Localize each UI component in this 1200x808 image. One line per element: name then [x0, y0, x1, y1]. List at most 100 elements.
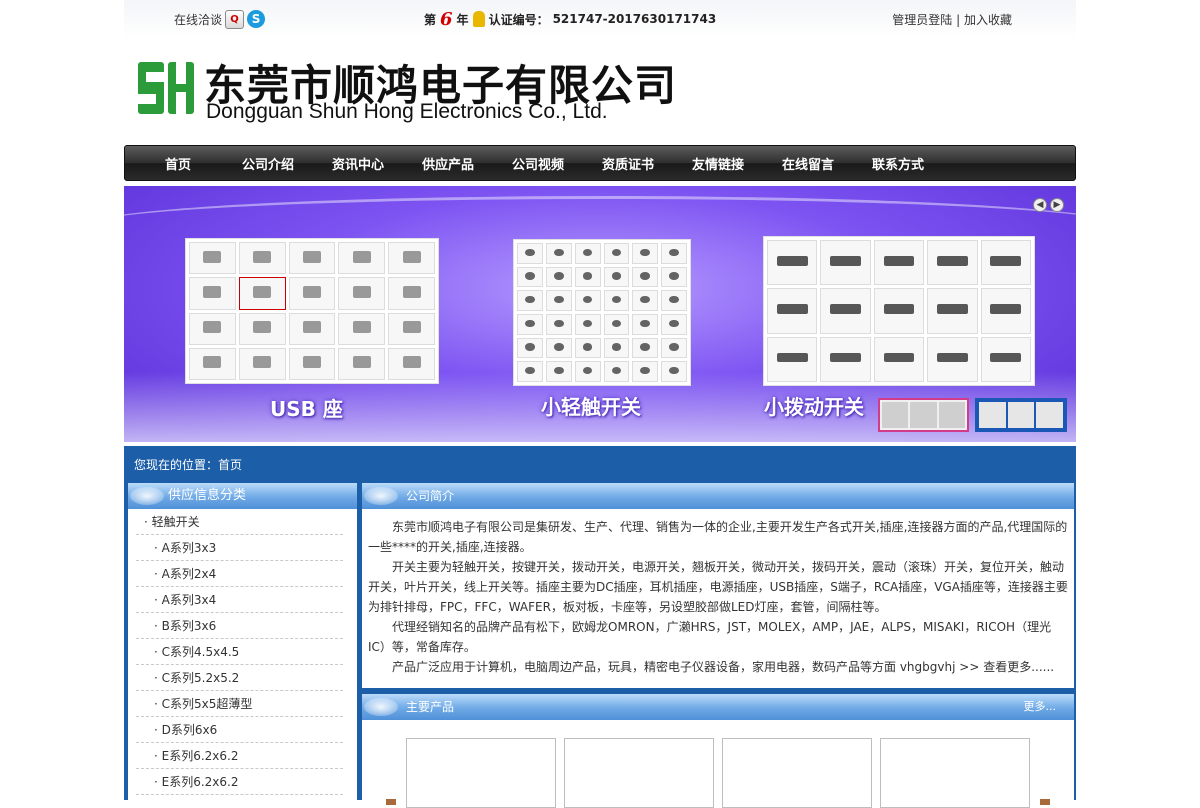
- product-thumbnail: [238, 242, 286, 275]
- intro-text: 东莞市顺鸿电子有限公司是集研发、生产、代理、销售为一体的企业,主要开发生产各式开…: [362, 509, 1074, 677]
- product-thumbnail: [574, 337, 601, 359]
- cert-label: 认证编号：: [488, 12, 549, 27]
- product-thumbnail: [632, 361, 659, 382]
- product-thumbnail: [661, 266, 687, 288]
- breadcrumb-current[interactable]: 首页: [218, 458, 242, 472]
- product-card[interactable]: [406, 738, 556, 808]
- product-thumbnail: [545, 290, 572, 311]
- product-thumbnail: [980, 336, 1031, 382]
- product-thumbnail: [517, 290, 543, 311]
- category-item[interactable]: · A系列2x4: [136, 561, 343, 587]
- admin-links: 管理员登陆 | 加入收藏: [892, 11, 1012, 28]
- banner-label-tact: 小轻触开关: [541, 395, 641, 419]
- category-item[interactable]: · A系列3x3: [136, 535, 343, 561]
- banner-slider[interactable]: USB 座 小轻触开关 小拨动开关 ◀ ▶: [124, 186, 1076, 442]
- top-bar: 在线洽谈 Q S 第 6 年 认证编号： 521747-201763017174…: [124, 0, 1076, 38]
- product-thumbnail: [632, 313, 659, 335]
- category-item[interactable]: · D系列6x6: [136, 717, 343, 743]
- products-header: 主要产品 更多...: [362, 694, 1074, 720]
- company-logo[interactable]: 东莞市顺鸿电子有限公司 Dongguan Shun Hong Electroni…: [136, 50, 696, 130]
- product-thumbnail: [661, 313, 687, 335]
- product-thumbnail: [388, 347, 435, 380]
- sidebar-header: 供应信息分类: [128, 483, 357, 509]
- slide-switch-product-image: [763, 236, 1035, 386]
- category-item[interactable]: · A系列3x4: [136, 587, 343, 613]
- product-thumbnail: [189, 277, 236, 310]
- nav-item-contact[interactable]: 联系方式: [853, 154, 943, 173]
- category-item[interactable]: · 轻触开关: [136, 509, 343, 535]
- category-item[interactable]: · B系列3x6: [136, 613, 343, 639]
- bookmark-link[interactable]: 加入收藏: [964, 13, 1012, 27]
- product-thumbnail: [388, 242, 435, 275]
- product-card[interactable]: [564, 738, 714, 808]
- sidebar-title: 供应信息分类: [168, 488, 247, 503]
- nav-item-about[interactable]: 公司介绍: [223, 154, 313, 173]
- products-more-link[interactable]: 更多...: [1024, 694, 1057, 720]
- product-thumbnail: [820, 240, 871, 286]
- swoosh-icon: [364, 487, 398, 505]
- product-thumbnail: [574, 266, 601, 288]
- product-thumbnail: [338, 277, 386, 310]
- category-sidebar: 供应信息分类 · 轻触开关 · A系列3x3 · A系列2x4 · A系列3x4…: [128, 483, 357, 803]
- banner-thumbnail-2[interactable]: [975, 398, 1067, 432]
- category-item[interactable]: · E系列6.2x6.2: [136, 743, 343, 769]
- product-thumbnail: [632, 266, 659, 288]
- intro-paragraph-1: 东莞市顺鸿电子有限公司是集研发、生产、代理、销售为一体的企业,主要开发生产各式开…: [368, 520, 1068, 554]
- admin-login-link[interactable]: 管理员登陆: [892, 13, 952, 27]
- swoosh-icon: [130, 487, 164, 505]
- product-thumbnail: [603, 266, 630, 288]
- product-card[interactable]: [880, 738, 1030, 808]
- nav-item-certificates[interactable]: 资质证书: [583, 154, 673, 173]
- next-arrow-icon[interactable]: ▶: [1050, 198, 1064, 212]
- nav-item-news[interactable]: 资讯中心: [313, 154, 403, 173]
- category-item[interactable]: · E系列6.2x6.2: [136, 769, 343, 795]
- product-thumbnail: [603, 337, 630, 359]
- product-thumbnail: [388, 277, 435, 310]
- intro-title: 公司简介: [406, 489, 455, 503]
- product-thumbnail: [288, 347, 336, 380]
- year-prefix: 第: [424, 12, 437, 27]
- product-thumbnail: [189, 312, 236, 345]
- product-thumbnail: [632, 290, 659, 311]
- qq-icon[interactable]: Q: [225, 9, 245, 29]
- product-thumbnail: [189, 242, 236, 275]
- product-thumbnail: [927, 240, 978, 286]
- product-thumbnail: [767, 336, 818, 382]
- product-thumbnail: [661, 361, 687, 382]
- online-chat: 在线洽谈 Q S: [174, 9, 266, 29]
- main-nav: 首页 公司介绍 资讯中心 供应产品 公司视频 资质证书 友情链接 在线留言 联系…: [124, 145, 1076, 181]
- nav-item-products[interactable]: 供应产品: [403, 154, 493, 173]
- product-thumbnail: [574, 361, 601, 382]
- product-thumbnail: [517, 243, 543, 264]
- category-item[interactable]: · C系列5.2x5.2: [136, 665, 343, 691]
- category-item[interactable]: · C系列5x5超薄型: [136, 691, 343, 717]
- skype-icon[interactable]: S: [247, 10, 266, 28]
- prev-arrow-icon[interactable]: ◀: [1033, 198, 1047, 212]
- category-item[interactable]: · C系列4.5x4.5: [136, 639, 343, 665]
- intro-paragraph-4: 产品广泛应用于计算机，电脑周边产品，玩具，精密电子仪器设备，家用电器，数码产品等…: [392, 660, 956, 674]
- online-chat-label: 在线洽谈: [174, 12, 223, 27]
- product-thumbnail: [517, 313, 543, 335]
- nav-item-links[interactable]: 友情链接: [673, 154, 763, 173]
- product-card[interactable]: [722, 738, 872, 808]
- product-thumbnail: [632, 243, 659, 264]
- product-thumbnail: [603, 361, 630, 382]
- thumb-cell: [910, 402, 937, 428]
- product-thumbnail: [927, 288, 978, 334]
- banner-thumbnail-1[interactable]: [878, 398, 969, 432]
- nav-item-home[interactable]: 首页: [133, 154, 223, 173]
- separator: |: [956, 13, 961, 27]
- usb-product-image: [185, 238, 439, 384]
- product-thumbnail: [980, 240, 1031, 286]
- product-thumbnail: [338, 347, 386, 380]
- product-thumbnail: [574, 243, 601, 264]
- product-thumbnail: [338, 312, 386, 345]
- nav-item-message[interactable]: 在线留言: [763, 154, 853, 173]
- breadcrumb-label: 您现在的位置：: [134, 458, 219, 472]
- intro-header: 公司简介: [362, 483, 1074, 509]
- intro-more-link[interactable]: >> 查看更多......: [959, 660, 1054, 674]
- nav-item-video[interactable]: 公司视频: [493, 154, 583, 173]
- product-thumbnail: [338, 242, 386, 275]
- thumb-cell: [979, 402, 1006, 428]
- product-thumbnail: [545, 337, 572, 359]
